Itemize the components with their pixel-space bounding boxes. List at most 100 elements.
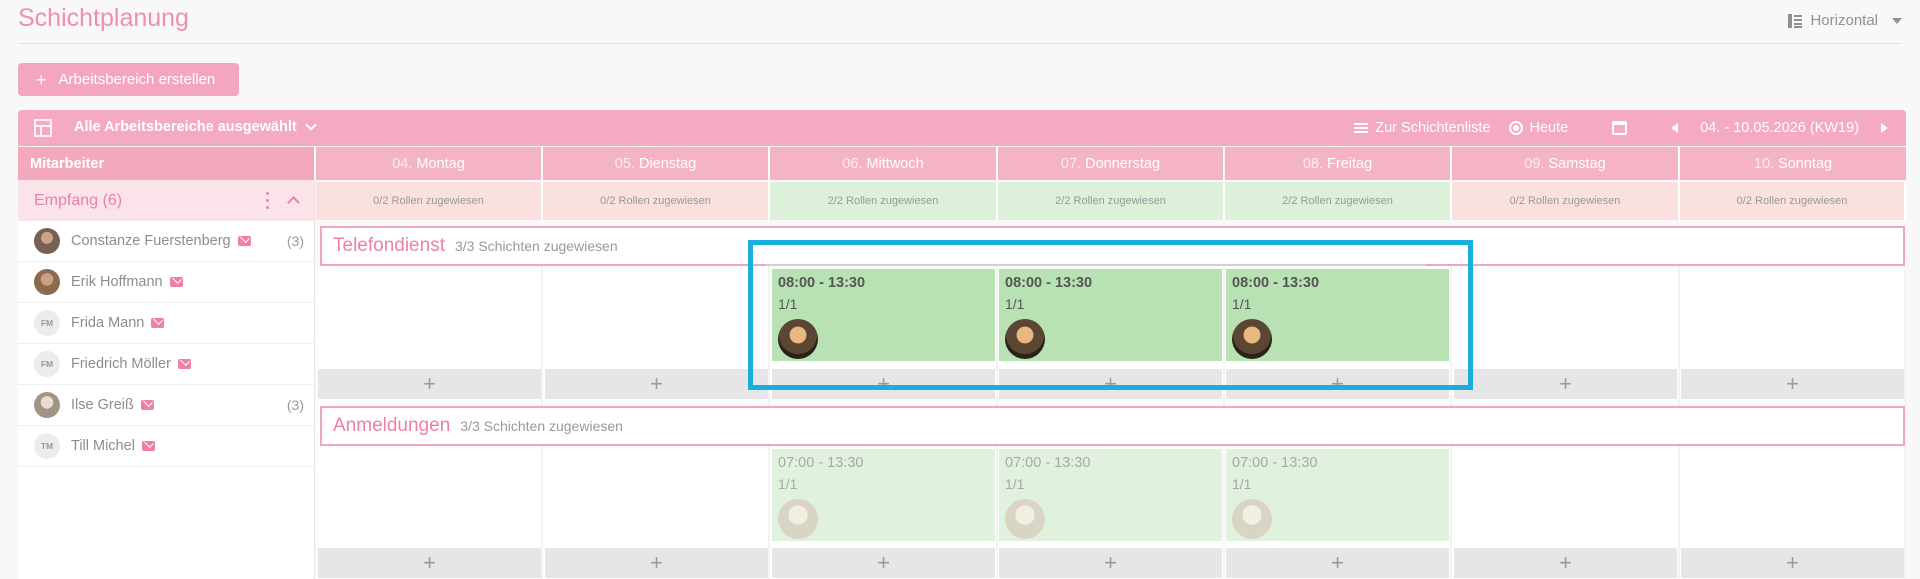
avatar	[1232, 319, 1272, 359]
shift-card[interactable]: 08:00 - 13:30 1/1	[772, 269, 995, 361]
planner-toolbar: Alle Arbeitsbereiche ausgewählt Zur Schi…	[18, 110, 1906, 146]
shift-time: 08:00 - 13:30	[1005, 275, 1093, 291]
employee-name: Constanze Fuerstenberg	[71, 233, 231, 249]
shift-ratio: 1/1	[778, 476, 798, 492]
shift-card[interactable]: 08:00 - 13:30 1/1	[1226, 269, 1449, 361]
employee-row[interactable]: Constanze Fuerstenberg (3)	[18, 221, 314, 262]
add-shift-button[interactable]: +	[318, 548, 541, 578]
column-header-day: 10. Sonntag	[1680, 147, 1906, 180]
plus-icon: +	[36, 69, 47, 90]
target-icon	[1508, 121, 1523, 135]
shift-card[interactable]: 08:00 - 13:30 1/1	[999, 269, 1222, 361]
employee-row[interactable]: TM Till Michel	[18, 426, 314, 467]
avatar	[34, 392, 60, 418]
column-header-day: 06. Mittwoch	[770, 147, 997, 180]
shift-ratio: 1/1	[778, 296, 798, 312]
shift-list-link[interactable]: Zur Schichtenliste	[1354, 120, 1491, 136]
employee-row[interactable]: FM Frida Mann	[18, 303, 314, 344]
add-shift-button[interactable]: +	[1681, 369, 1904, 399]
area-title: Anmeldungen	[333, 415, 451, 436]
roles-cell: 0/2 Rollen zugewiesen	[1452, 182, 1680, 220]
add-shift-button[interactable]: +	[1226, 369, 1449, 399]
next-week-icon[interactable]	[1881, 123, 1888, 133]
mail-icon[interactable]	[141, 441, 155, 451]
mail-icon[interactable]	[140, 400, 154, 410]
avatar	[778, 499, 818, 539]
list-icon	[1354, 123, 1369, 133]
add-shift-button[interactable]: +	[999, 548, 1222, 578]
add-shift-button[interactable]: +	[318, 369, 541, 399]
shift-ratio: 1/1	[1232, 296, 1252, 312]
area-header-telefondienst[interactable]: Telefondienst 3/3 Schichten zugewiesen	[320, 226, 1905, 266]
column-header-day: 05. Dienstag	[543, 147, 769, 180]
shift-time: 08:00 - 13:30	[1232, 275, 1320, 291]
prev-week-icon[interactable]	[1671, 123, 1679, 133]
avatar	[1005, 499, 1045, 539]
group-name: Empfang (6)	[34, 191, 123, 209]
shift-ratio: 1/1	[1005, 476, 1025, 492]
mail-icon[interactable]	[151, 318, 165, 328]
today-button[interactable]: Heute	[1508, 120, 1569, 136]
add-shift-button[interactable]: +	[1454, 369, 1677, 399]
shift-card[interactable]: 07:00 - 13:30 1/1	[999, 449, 1222, 541]
employee-name: Frida Mann	[71, 315, 145, 331]
add-shift-button[interactable]: +	[999, 369, 1222, 399]
roles-cell: 0/2 Rollen zugewiesen	[316, 182, 543, 220]
add-shift-button[interactable]: +	[1226, 548, 1449, 578]
chevron-up-icon[interactable]	[287, 196, 300, 209]
create-area-button[interactable]: + Arbeitsbereich erstellen	[18, 63, 239, 96]
employee-name: Ilse Greiß	[71, 397, 134, 413]
shift-card[interactable]: 07:00 - 13:30 1/1	[1226, 449, 1449, 541]
avatar	[34, 269, 60, 295]
shift-ratio: 1/1	[1232, 476, 1252, 492]
add-shift-button[interactable]: +	[1454, 548, 1677, 578]
avatar: TM	[34, 433, 60, 459]
employee-name: Erik Hoffmann	[71, 274, 163, 290]
add-shift-button[interactable]: +	[772, 548, 995, 578]
add-shift-button[interactable]: +	[1681, 548, 1904, 578]
shift-time: 07:00 - 13:30	[1232, 455, 1318, 471]
add-shift-button[interactable]: +	[772, 369, 995, 399]
area-title: Telefondienst	[333, 235, 445, 256]
areas-filter-dropdown[interactable]: Alle Arbeitsbereiche ausgewählt	[74, 119, 317, 135]
add-shift-button[interactable]: +	[545, 548, 768, 578]
area-summary: 3/3 Schichten zugewiesen	[454, 238, 618, 254]
calendar-icon[interactable]	[1612, 121, 1628, 135]
group-row[interactable]: Empfang (6)	[18, 180, 314, 221]
mail-icon[interactable]	[177, 359, 191, 369]
view-mode-label: Horizontal	[1810, 12, 1878, 29]
column-header-day: 07. Donnerstag	[998, 147, 1224, 180]
column-header-day: 09. Samstag	[1452, 147, 1679, 180]
shift-ratio: 1/1	[1005, 296, 1025, 312]
area-header-anmeldungen[interactable]: Anmeldungen 3/3 Schichten zugewiesen	[320, 406, 1905, 446]
shift-time: 08:00 - 13:30	[778, 275, 866, 291]
toolbar-right: Zur Schichtenliste Heute 04. - 10.05.202…	[1354, 110, 1888, 146]
progress-line	[766, 264, 1426, 266]
roles-cell: 2/2 Rollen zugewiesen	[1225, 182, 1452, 220]
column-header-day: 08. Freitag	[1225, 147, 1451, 180]
shift-card[interactable]: 07:00 - 13:30 1/1	[772, 449, 995, 541]
employee-row[interactable]: Erik Hoffmann	[18, 262, 314, 303]
mail-icon[interactable]	[169, 277, 183, 287]
roles-cell: 2/2 Rollen zugewiesen	[770, 182, 998, 220]
column-header-employee: Mitarbeiter	[18, 147, 315, 180]
roles-cell: 2/2 Rollen zugewiesen	[998, 182, 1225, 220]
mail-icon[interactable]	[237, 236, 251, 246]
area-summary: 3/3 Schichten zugewiesen	[460, 418, 623, 434]
employee-name: Friedrich Möller	[71, 356, 171, 372]
page-title: Schichtplanung	[18, 4, 189, 32]
employee-row[interactable]: Ilse Greiß (3)	[18, 385, 314, 426]
table-icon	[34, 119, 52, 137]
employee-row[interactable]: FM Friedrich Möller	[18, 344, 314, 385]
shift-count: (3)	[286, 233, 304, 249]
roles-cell: 0/2 Rollen zugewiesen	[543, 182, 770, 220]
page-header: Schichtplanung Horizontal	[18, 0, 1902, 44]
avatar	[1232, 499, 1272, 539]
column-header-day: 04. Montag	[316, 147, 542, 180]
more-options-icon[interactable]	[266, 192, 270, 210]
view-mode-dropdown[interactable]: Horizontal	[1788, 12, 1902, 29]
areas-filter-label: Alle Arbeitsbereiche ausgewählt	[74, 119, 297, 135]
avatar: FM	[34, 351, 60, 377]
today-label: Heute	[1529, 120, 1569, 136]
add-shift-button[interactable]: +	[545, 369, 768, 399]
